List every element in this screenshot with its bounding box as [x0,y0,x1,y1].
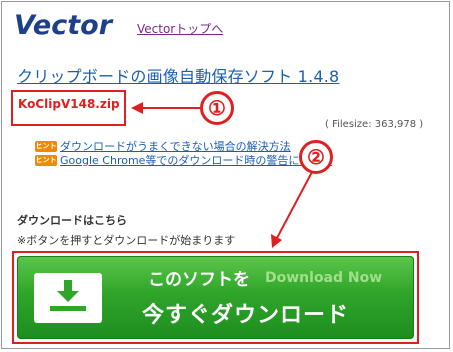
hint-badge-icon: ヒント [35,140,57,152]
file-size: ( Filesize: 363,978 ) [325,119,424,130]
download-file-name: KoClipV148.zip [18,97,120,111]
svg-text:Vector: Vector [14,10,114,38]
download-button-line2: 今すぐダウンロード [142,303,350,328]
vector-top-link[interactable]: Vectorトップへ [137,20,223,37]
hint-link-chrome-warning[interactable]: Google Chrome等でのダウンロード時の警告について [60,154,332,167]
annotation-marker-1: ① [200,91,234,125]
hint-row-2[interactable]: ヒント Google Chrome等でのダウンロード時の警告について [35,152,332,168]
software-title-link[interactable]: クリップボードの画像自動保存ソフト 1.4.8 [17,63,339,87]
hint-badge-icon: ヒント [35,154,57,166]
vector-logo[interactable]: Vector [14,10,126,38]
download-arrow-icon [34,273,102,323]
download-now-button[interactable]: このソフトを Download Now 今すぐダウンロード [17,256,414,339]
download-heading: ダウンロードはこちら [17,214,127,227]
download-button-english: Download Now [265,270,383,286]
download-note: ※ボタンを押すとダウンロードが始まります [17,234,236,247]
download-button-line1: このソフトを [148,270,250,290]
annotation-marker-2: ② [299,140,333,174]
